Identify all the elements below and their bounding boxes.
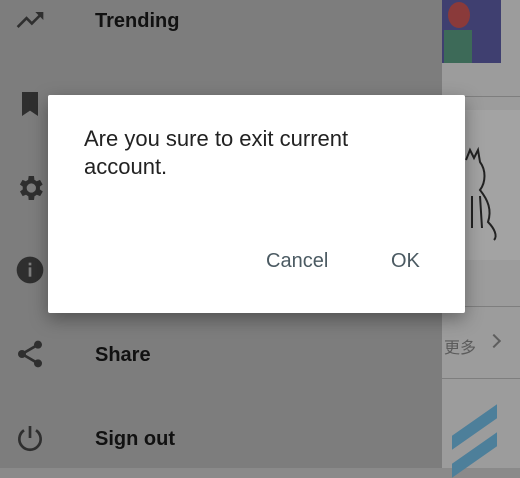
dialog-message: Are you sure to exit current account. bbox=[84, 126, 349, 179]
ok-button[interactable]: OK bbox=[391, 250, 420, 273]
cancel-button[interactable]: Cancel bbox=[266, 250, 328, 273]
sign-out-confirm-dialog: Are you sure to exit current account. Ca… bbox=[48, 95, 465, 313]
